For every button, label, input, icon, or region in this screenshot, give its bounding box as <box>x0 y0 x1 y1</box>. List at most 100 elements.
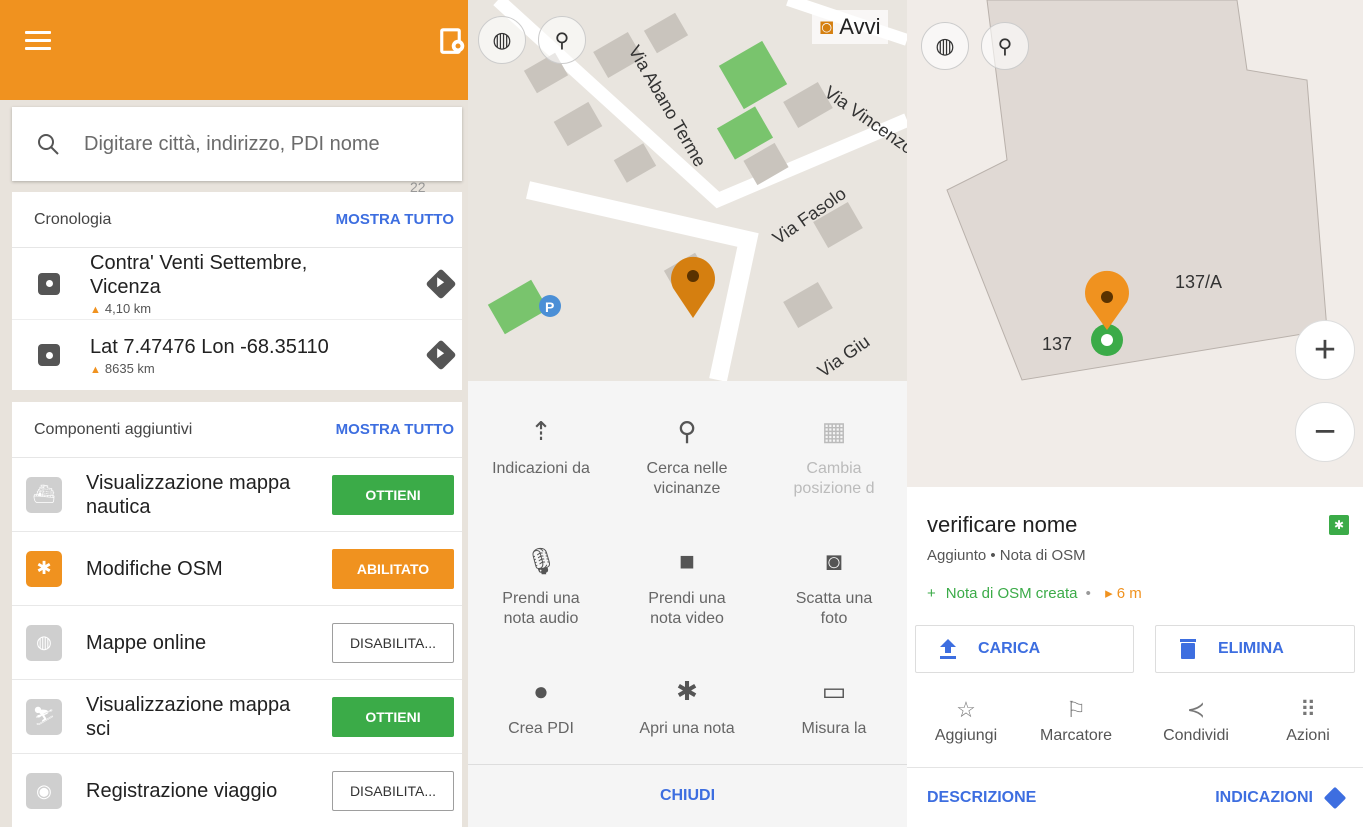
location-pin-icon <box>38 272 60 295</box>
get-button[interactable]: OTTIENI <box>332 474 454 515</box>
navigate-icon[interactable] <box>425 339 457 371</box>
note-distance: 6 m <box>1116 585 1142 602</box>
zoom-in-button[interactable]: + <box>1295 320 1355 380</box>
close-button[interactable]: CHIUDI <box>660 787 715 805</box>
directions-button[interactable]: INDICAZIONI <box>1215 786 1347 809</box>
history-item-name: Contra' Venti Settembre, <box>90 252 308 274</box>
plugin-name: Modifiche OSM <box>86 557 223 580</box>
flag-icon: ⚐ <box>1066 697 1086 722</box>
note-info-card: verificare nome ✱ Aggiunto • Nota di OSM… <box>907 487 1363 827</box>
map-view[interactable]: P Via Abano Terme Via Fasolo Via Vincenz… <box>468 0 907 381</box>
delete-button[interactable]: ELIMINA <box>1155 625 1355 673</box>
plugins-show-all-button[interactable]: MOSTRA TUTTO <box>336 421 454 438</box>
history-title: Cronologia <box>34 210 112 228</box>
separator-dot: • <box>1085 585 1091 602</box>
action-change-position[interactable]: ▦ Cambia posizione d <box>761 411 907 499</box>
history-item[interactable]: Contra' Venti Settembre, Vicenza ▲ 4,10 k… <box>12 248 462 320</box>
disable-button[interactable]: DISABILITA... <box>332 771 454 811</box>
directions-from-icon: ⇡ <box>530 416 552 446</box>
action-directions-from[interactable]: ⇡ Indicazioni da <box>468 411 614 479</box>
camera-icon: ◙ <box>826 546 842 576</box>
action-label: Azioni <box>1286 727 1330 744</box>
direction-arrow-icon: ▲ <box>90 304 101 316</box>
action-label: Prendi una nota video <box>648 590 726 627</box>
action-label: Marcatore <box>1039 727 1113 744</box>
enabled-button[interactable]: ABILITATO <box>332 548 454 589</box>
camera-badge[interactable]: ◙ Avvi <box>812 10 889 44</box>
history-header: Cronologia MOSTRA TUTTO <box>12 192 462 248</box>
house-number: 137/A <box>1175 272 1222 292</box>
search-button[interactable]: ⚲ <box>981 22 1029 70</box>
direction-arrow-icon: ▲ <box>90 363 101 376</box>
action-take-photo[interactable]: ◙ Scatta una foto <box>761 541 907 629</box>
plugins-card: Componenti aggiuntivi MOSTRA TUTTO ⛴ Vis… <box>12 402 462 827</box>
ship-icon: ⛴ <box>26 476 62 513</box>
microphone-icon: 🎙 <box>524 546 558 576</box>
menu-icon[interactable] <box>25 31 51 51</box>
globe-icon: ◍ <box>26 624 62 661</box>
navigate-icon <box>1323 786 1347 809</box>
plugin-item[interactable]: ◍ Mappe online DISABILITA... <box>12 606 462 680</box>
plugin-item[interactable]: ✱ Modifiche OSM ABILITATO <box>12 532 462 606</box>
upload-button[interactable]: CARICA <box>915 625 1134 673</box>
location-pin-icon <box>38 344 60 366</box>
camera-icon: ◙ <box>820 14 834 39</box>
history-item-distance: 8635 km <box>104 360 155 376</box>
get-button[interactable]: OTTIENI <box>332 696 454 737</box>
plugin-item[interactable]: ⛷ Visualizzazione mappa sci OTTIENI <box>12 680 462 754</box>
plugin-item[interactable]: ⛴ Visualizzazione mappa nautica OTTIENI <box>12 458 462 532</box>
action-label: Aggiungi <box>934 727 998 744</box>
action-search-nearby[interactable]: ⚲ Cerca nelle vicinanze <box>614 411 760 499</box>
history-item-name: Lat 7.47476 Lon -68.35110 <box>90 335 329 358</box>
note-footer: DESCRIZIONE INDICAZIONI <box>907 767 1363 827</box>
plugins-header: Componenti aggiuntivi MOSTRA TUTTO <box>12 402 462 458</box>
action-label: Prendi una nota audio <box>502 590 580 627</box>
globe-button[interactable]: ◍ <box>478 16 526 64</box>
search-button[interactable]: ⚲ <box>538 16 586 64</box>
plugin-item[interactable]: ◉ Registrazione viaggio DISABILITA... <box>12 754 462 827</box>
action-label: Cerca nelle vicinanze <box>646 460 728 497</box>
navigate-icon[interactable] <box>425 267 457 300</box>
star-icon: ☆ <box>956 697 976 722</box>
note-status-text: Nota di OSM creata <box>945 585 1078 602</box>
direction-arrow-icon: ▸ <box>1105 585 1113 602</box>
history-item-name-line2: Vicenza <box>90 276 161 298</box>
history-item[interactable]: Lat 7.47476 Lon -68.35110 ▲ 8635 km <box>12 320 462 390</box>
action-open-note[interactable]: ✱ Apri una nota <box>614 671 760 739</box>
map-view[interactable]: 137/A 137 <box>907 0 1363 487</box>
context-menu-panel: P Via Abano Terme Via Fasolo Via Vincenz… <box>468 0 907 827</box>
history-show-all-button[interactable]: MOSTRA TUTTO <box>336 211 454 228</box>
delete-label: ELIMINA <box>1218 640 1284 657</box>
note-status: + Nota di OSM creata • ▸ 6 m <box>927 584 1142 602</box>
globe-icon: ◍ <box>492 27 512 52</box>
video-camera-icon: ■ <box>679 546 695 576</box>
map-change-icon: ▦ <box>821 416 847 446</box>
globe-button[interactable]: ◍ <box>921 22 969 70</box>
action-audio-note[interactable]: 🎙 Prendi una nota audio <box>468 541 614 629</box>
action-measure[interactable]: ▭ Misura la <box>761 671 907 739</box>
trip-record-icon: ◉ <box>26 773 62 809</box>
bug-icon: ✱ <box>1329 515 1349 535</box>
action-label: Condividi <box>1163 727 1229 744</box>
osm-note-panel: 137/A 137 ◍ ⚲ + − verificare nome ✱ Aggi… <box>907 0 1363 827</box>
plus-icon: + <box>927 585 936 602</box>
action-label: Crea PDI <box>508 720 574 737</box>
note-subtitle: Aggiunto • Nota di OSM <box>927 547 1086 564</box>
search-input[interactable]: Digitare città, indirizzo, PDI nome <box>12 107 462 181</box>
add-favorite-button[interactable]: ☆ Aggiungi <box>911 697 1021 745</box>
marker-button[interactable]: ⚐ Marcatore <box>1021 697 1131 745</box>
share-button[interactable]: ≺ Condividi <box>1141 697 1251 745</box>
action-create-poi[interactable]: ● Crea PDI <box>468 671 614 739</box>
search-icon: ⚲ <box>554 29 570 52</box>
zoom-out-button[interactable]: − <box>1295 402 1355 462</box>
trash-icon <box>1180 639 1196 659</box>
disable-button[interactable]: DISABILITA... <box>332 622 454 663</box>
actions-button[interactable]: ⠿ Azioni <box>1253 697 1363 745</box>
upload-icon <box>940 639 956 659</box>
directions-label: INDICAZIONI <box>1215 788 1313 806</box>
action-label: Apri una nota <box>639 720 735 737</box>
bug-icon: ✱ <box>676 676 698 706</box>
description-button[interactable]: DESCRIZIONE <box>927 789 1036 807</box>
action-video-note[interactable]: ■ Prendi una nota video <box>614 541 760 629</box>
settings-icon[interactable] <box>438 26 468 56</box>
